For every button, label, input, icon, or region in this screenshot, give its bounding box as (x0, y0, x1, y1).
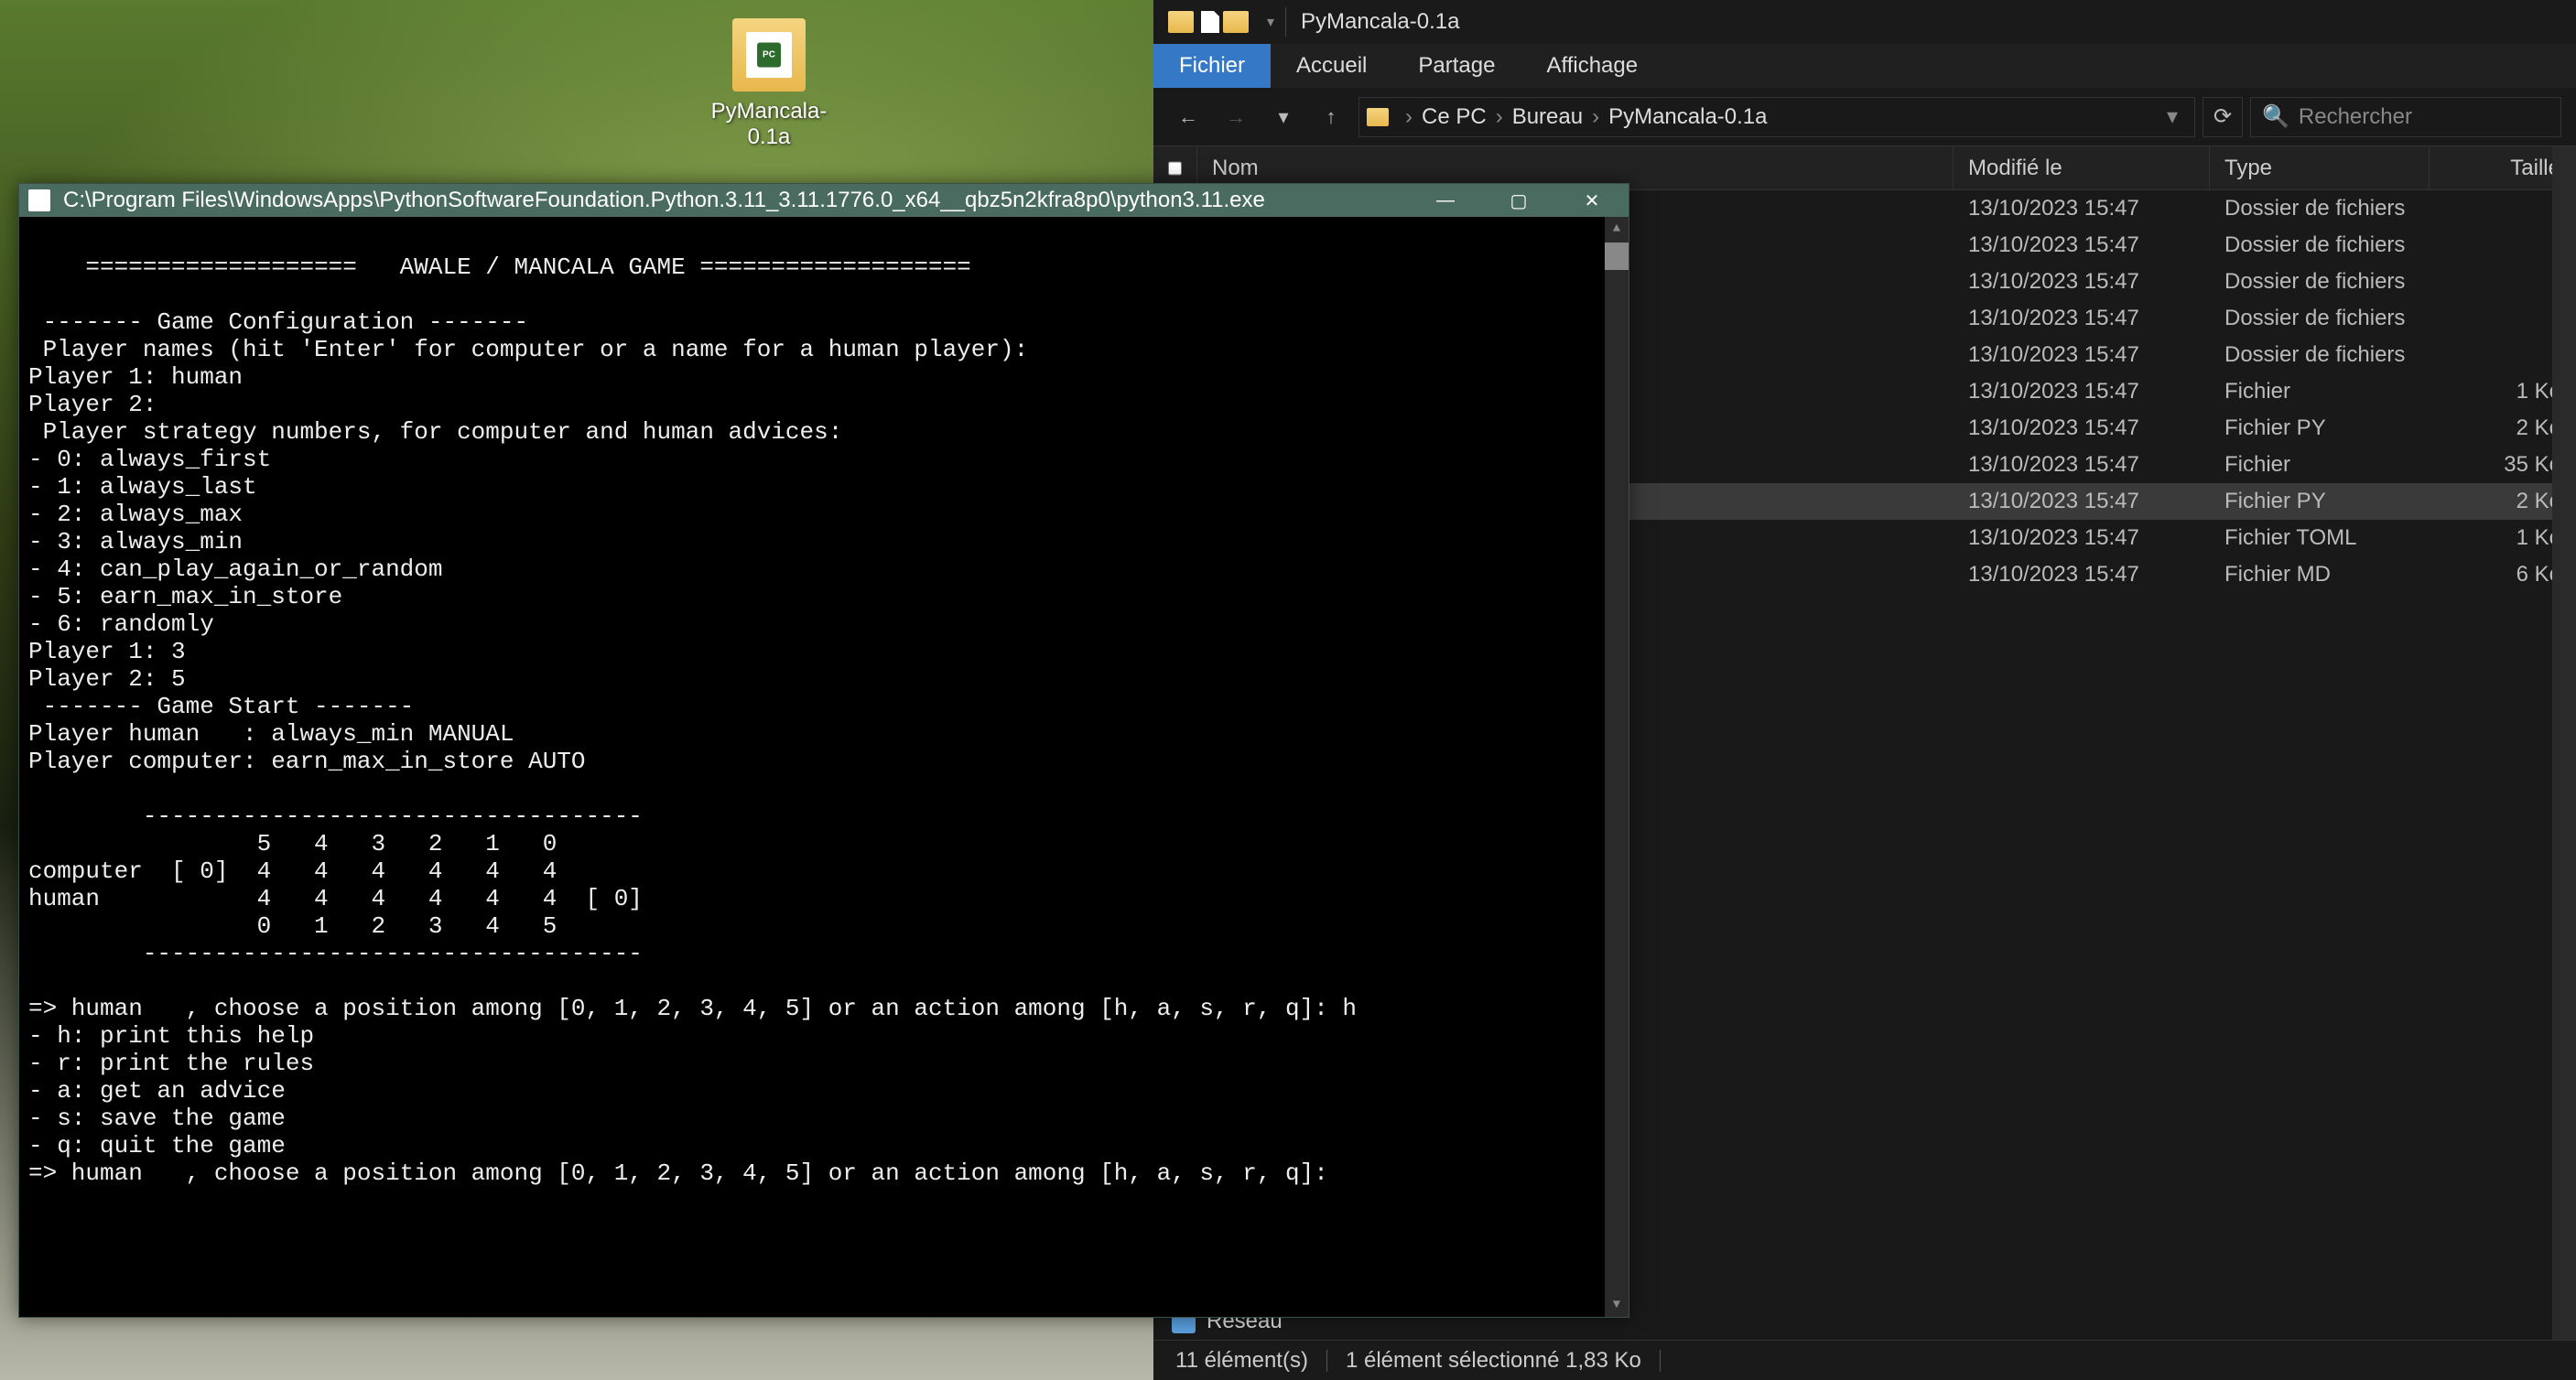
file-type-cell: Fichier TOML (2210, 525, 2430, 551)
ribbon-tab[interactable]: Partage (1392, 44, 1521, 88)
file-type-cell: Dossier de fichiers (2210, 342, 2430, 368)
folder-icon (1367, 108, 1389, 126)
search-icon: 🔍 (2262, 103, 2289, 130)
file-icon (1201, 11, 1219, 33)
separator (1326, 1350, 1327, 1372)
column-header-type[interactable]: Type (2210, 146, 2430, 189)
status-bar: 11 élément(s) 1 élément sélectionné 1,83… (1153, 1340, 2576, 1380)
status-item-count: 11 élément(s) (1175, 1348, 1308, 1374)
breadcrumb-item[interactable]: PyMancala-0.1a (1608, 104, 1767, 129)
desktop-shortcut-label: PyMancala-0.1a (705, 99, 833, 150)
scrollbar[interactable]: ▲ ▼ (1605, 217, 1629, 1317)
console-text: =================== AWALE / MANCALA GAME… (28, 253, 1357, 1187)
maximize-button[interactable]: ▢ (1482, 184, 1555, 217)
address-bar: ← → ▾ ↑ › Ce PC›Bureau›PyMancala-0.1a ▾ … (1153, 88, 2576, 146)
ribbon-tab[interactable]: Accueil (1271, 44, 1392, 88)
ribbon-tabs: FichierAccueilPartageAffichage (1153, 44, 2576, 88)
file-type-cell: Dossier de fichiers (2210, 306, 2430, 331)
desktop-shortcut[interactable]: PyMancala-0.1a (705, 18, 833, 150)
ribbon-tab[interactable]: Fichier (1153, 44, 1271, 88)
chevron-down-icon[interactable]: ▾ (2158, 103, 2187, 130)
chevron-down-icon[interactable]: ▾ (1267, 13, 1274, 31)
file-type-cell: Fichier (2210, 379, 2430, 404)
window-title: PyMancala-0.1a (1301, 9, 1459, 35)
console-titlebar[interactable]: C:\Program Files\WindowsApps\PythonSoftw… (19, 184, 1629, 217)
file-date-cell: 13/10/2023 15:47 (1954, 342, 2210, 368)
file-type-cell: Fichier MD (2210, 562, 2430, 588)
scroll-up-icon[interactable]: ▲ (1605, 217, 1629, 241)
file-date-cell: 13/10/2023 15:47 (1954, 232, 2210, 258)
file-date-cell: 13/10/2023 15:47 (1954, 562, 2210, 588)
file-date-cell: 13/10/2023 15:47 (1954, 269, 2210, 295)
explorer-titlebar[interactable]: ▾ PyMancala-0.1a (1153, 0, 2576, 44)
file-type-cell: Fichier PY (2210, 489, 2430, 514)
console-output[interactable]: =================== AWALE / MANCALA GAME… (19, 217, 1629, 1317)
close-button[interactable]: ✕ (1555, 184, 1629, 217)
column-header-modified[interactable]: Modifié le (1954, 146, 2210, 189)
minimize-button[interactable]: — (1409, 184, 1482, 217)
ribbon-tab[interactable]: Affichage (1521, 44, 1663, 88)
file-date-cell: 13/10/2023 15:47 (1954, 452, 2210, 478)
folder-icon (1223, 11, 1249, 33)
file-date-cell: 13/10/2023 15:47 (1954, 415, 2210, 441)
chevron-right-icon[interactable]: › (1496, 104, 1503, 129)
breadcrumb-item[interactable]: Bureau (1512, 104, 1583, 129)
search-placeholder: Rechercher (2299, 104, 2412, 130)
file-type-cell: Dossier de fichiers (2210, 196, 2430, 221)
scroll-thumb[interactable] (1605, 243, 1629, 270)
nav-forward-button[interactable]: → (1216, 97, 1256, 137)
folder-icon (1168, 11, 1194, 33)
nav-recent-button[interactable]: ▾ (1263, 97, 1304, 137)
file-date-cell: 13/10/2023 15:47 (1954, 196, 2210, 221)
status-selection: 1 élément sélectionné 1,83 Ko (1346, 1348, 1641, 1374)
file-type-cell: Dossier de fichiers (2210, 232, 2430, 258)
chevron-right-icon[interactable]: › (1592, 104, 1599, 129)
nav-back-button[interactable]: ← (1168, 97, 1208, 137)
file-date-cell: 13/10/2023 15:47 (1954, 489, 2210, 514)
console-title: C:\Program Files\WindowsApps\PythonSoftw… (60, 188, 1409, 213)
breadcrumb[interactable]: › Ce PC › Bureau › PyMancala-0.1a ▾ (1358, 97, 2195, 137)
python-icon (28, 189, 50, 211)
breadcrumb-item[interactable]: Ce PC (1422, 104, 1487, 129)
separator (1285, 7, 1286, 37)
file-type-cell: Dossier de fichiers (2210, 269, 2430, 295)
scroll-down-icon[interactable]: ▼ (1605, 1293, 1629, 1317)
folder-icon (732, 18, 806, 92)
separator (1660, 1350, 1661, 1372)
file-type-cell: Fichier (2210, 452, 2430, 478)
search-input[interactable]: 🔍 Rechercher (2250, 97, 2561, 137)
nav-up-button[interactable]: ↑ (1311, 97, 1351, 137)
file-date-cell: 13/10/2023 15:47 (1954, 525, 2210, 551)
scrollbar[interactable] (2552, 146, 2576, 1340)
file-date-cell: 13/10/2023 15:47 (1954, 379, 2210, 404)
console-window: C:\Program Files\WindowsApps\PythonSoftw… (18, 183, 1629, 1318)
refresh-button[interactable]: ⟳ (2203, 97, 2243, 137)
file-type-cell: Fichier PY (2210, 415, 2430, 441)
chevron-right-icon[interactable]: › (1405, 104, 1412, 130)
file-date-cell: 13/10/2023 15:47 (1954, 306, 2210, 331)
